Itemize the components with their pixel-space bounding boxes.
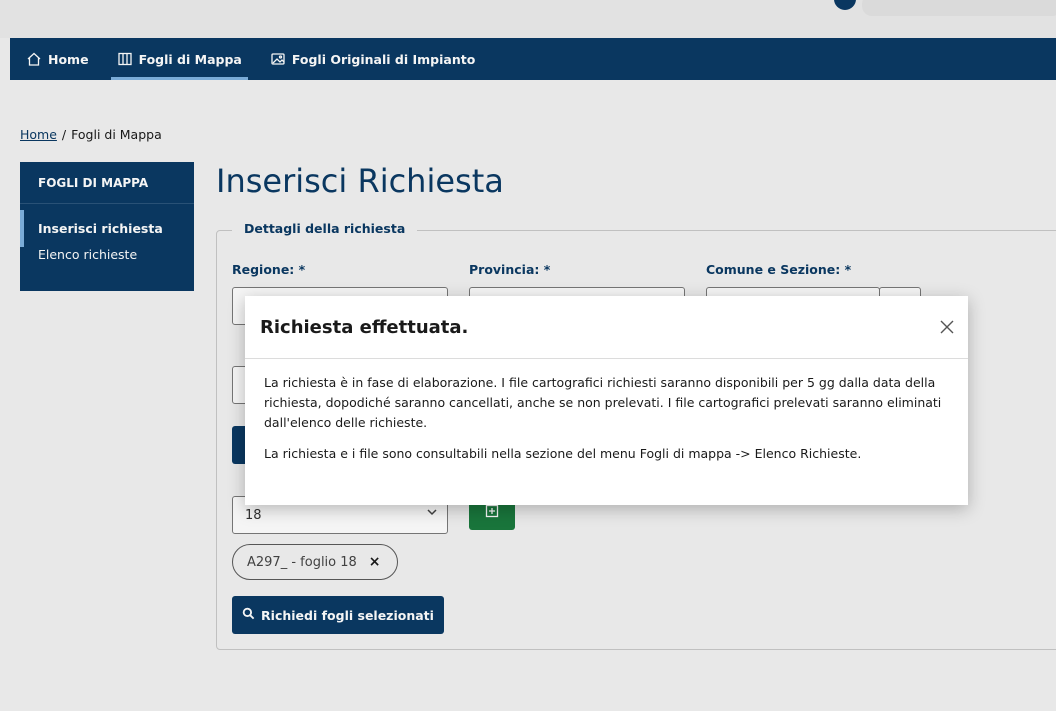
confirmation-modal: Richiesta effettuata. La richiesta è in … [245, 296, 968, 505]
modal-header: Richiesta effettuata. [245, 296, 968, 359]
modal-paragraph-consultabili: La richiesta e i file sono consultabili … [264, 446, 862, 461]
modal-body: La richiesta è in fase di elaborazione. … [245, 359, 968, 464]
close-icon[interactable] [938, 318, 956, 336]
modal-title: Richiesta effettuata. [260, 316, 469, 338]
modal-paragraph-elaborazione: La richiesta è in fase di elaborazione. … [264, 375, 942, 430]
